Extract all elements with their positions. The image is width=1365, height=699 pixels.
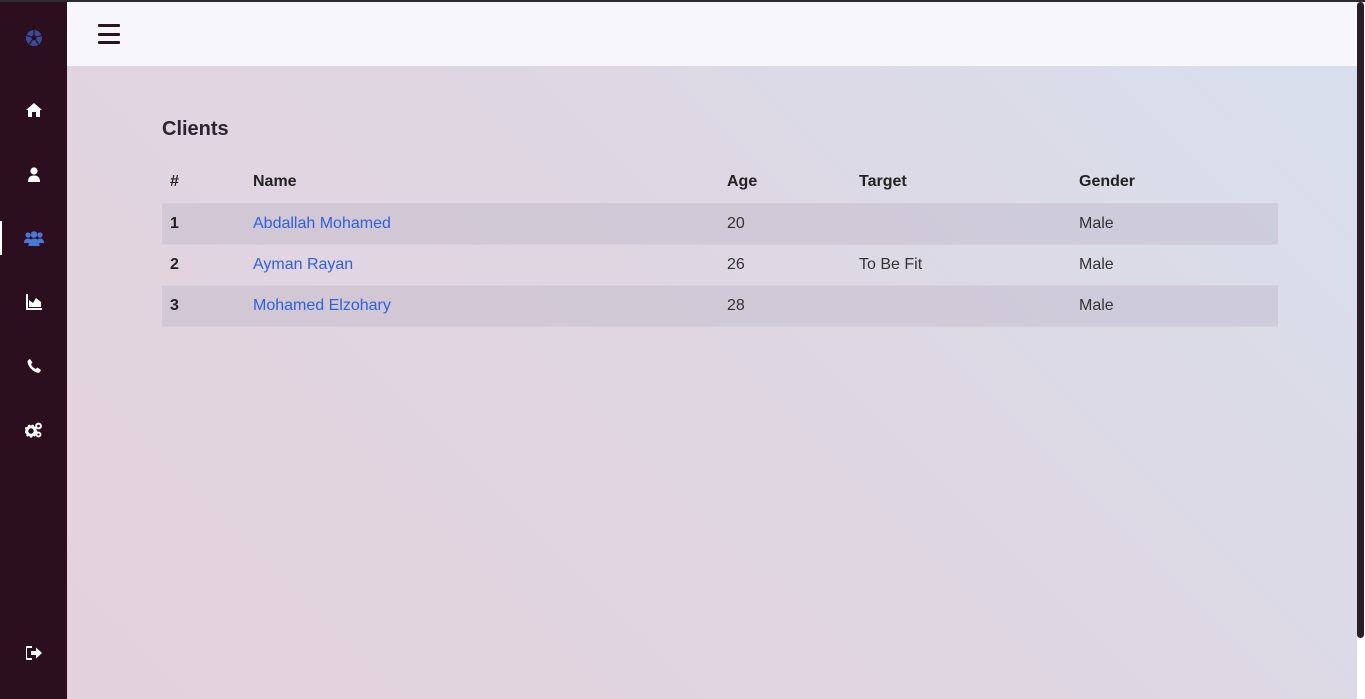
table-row: 3 Mohamed Elzohary 28 Male — [162, 285, 1278, 327]
row-name-cell: Ayman Rayan — [245, 244, 719, 286]
chart-area-icon[interactable] — [0, 282, 67, 322]
header-age: Age — [719, 162, 851, 204]
soccer-ball-icon[interactable] — [0, 18, 67, 58]
clients-table: # Name Age Target Gender 1 Abdallah Moha… — [162, 162, 1278, 327]
header-name: Name — [245, 162, 719, 204]
sidebar — [0, 2, 67, 699]
sign-out-icon[interactable] — [0, 633, 67, 673]
row-age: 28 — [719, 285, 851, 327]
row-gender: Male — [1071, 244, 1278, 286]
row-gender: Male — [1071, 203, 1278, 245]
header-num: # — [162, 162, 245, 204]
hamburger-line — [98, 32, 120, 36]
scrollbar-thumb[interactable] — [1357, 2, 1364, 638]
cogs-icon[interactable] — [0, 410, 67, 450]
hamburger-line — [98, 24, 120, 27]
row-target — [851, 285, 1071, 327]
table-row: 1 Abdallah Mohamed 20 Male — [162, 203, 1278, 245]
row-target — [851, 203, 1071, 245]
table-row: 2 Ayman Rayan 26 To Be Fit Male — [162, 244, 1278, 286]
header-target: Target — [851, 162, 1071, 204]
phone-icon[interactable] — [0, 346, 67, 386]
row-gender: Male — [1071, 285, 1278, 327]
row-name-cell: Abdallah Mohamed — [245, 203, 719, 245]
row-num: 3 — [162, 285, 245, 327]
row-name-cell: Mohamed Elzohary — [245, 285, 719, 327]
client-name-link[interactable]: Mohamed Elzohary — [253, 297, 391, 314]
top-bar — [67, 2, 1357, 66]
client-name-link[interactable]: Abdallah Mohamed — [253, 215, 391, 232]
hamburger-icon[interactable] — [97, 23, 121, 45]
client-name-link[interactable]: Ayman Rayan — [253, 256, 353, 273]
table-header-row: # Name Age Target Gender — [162, 162, 1278, 204]
row-target: To Be Fit — [851, 244, 1071, 286]
home-icon[interactable] — [0, 90, 67, 130]
users-icon[interactable] — [0, 218, 67, 258]
page-title: Clients — [162, 118, 229, 140]
hamburger-line — [98, 41, 120, 44]
row-age: 20 — [719, 203, 851, 245]
row-num: 1 — [162, 203, 245, 245]
main-content: Clients # Name Age Target Gender 1 Abdal… — [67, 66, 1357, 699]
row-num: 2 — [162, 244, 245, 286]
row-age: 26 — [719, 244, 851, 286]
header-gender: Gender — [1071, 162, 1278, 204]
user-icon[interactable] — [0, 154, 67, 194]
